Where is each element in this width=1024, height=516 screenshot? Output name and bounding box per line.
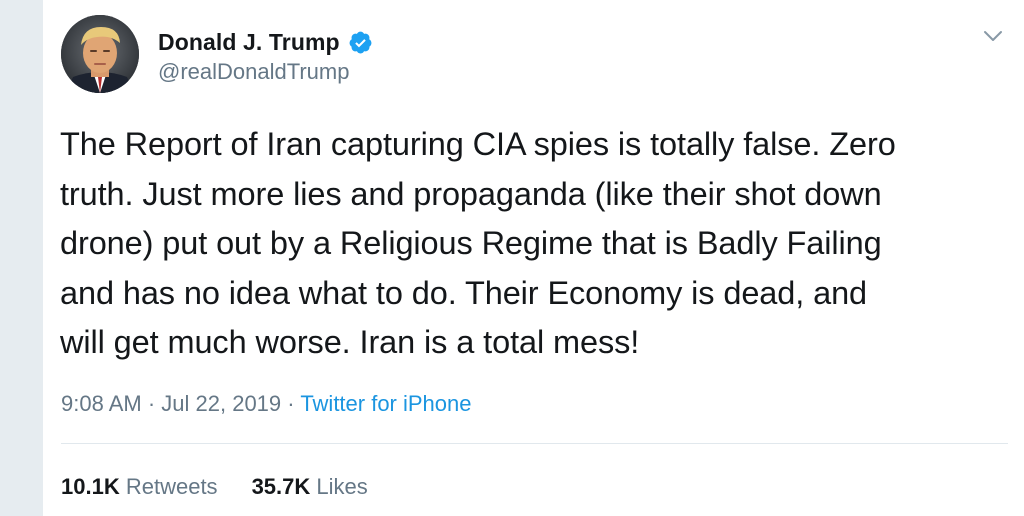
display-name-row[interactable]: Donald J. Trump: [158, 27, 373, 57]
avatar[interactable]: [61, 15, 139, 93]
tweet-card[interactable]: Donald J. Trump @realDonaldTrump The Rep…: [43, 0, 1024, 516]
divider: [61, 443, 1008, 444]
tweet-date[interactable]: Jul 22, 2019: [161, 391, 281, 416]
tweet-meta: 9:08 AM · Jul 22, 2019 · Twitter for iPh…: [61, 391, 472, 417]
tweet-stats: 10.1K Retweets 35.7K Likes: [61, 474, 402, 500]
avatar-image: [61, 15, 139, 93]
tweet-time[interactable]: 9:08 AM: [61, 391, 142, 416]
likes-label: Likes: [316, 474, 368, 499]
chevron-down-icon[interactable]: [982, 28, 1004, 44]
meta-separator: ·: [281, 391, 301, 416]
page: Donald J. Trump @realDonaldTrump The Rep…: [0, 0, 1024, 516]
left-gutter: [0, 0, 43, 516]
display-name[interactable]: Donald J. Trump: [158, 29, 340, 56]
likes-count: 35.7K: [251, 474, 311, 499]
retweets-stat[interactable]: 10.1K Retweets: [61, 474, 218, 500]
retweets-label: Retweets: [125, 474, 218, 499]
likes-stat[interactable]: 35.7K Likes: [252, 474, 368, 500]
retweets-count: 10.1K: [61, 474, 120, 499]
tweet-source-link[interactable]: Twitter for iPhone: [300, 391, 471, 416]
verified-badge-icon: [348, 30, 373, 55]
tweet-text: The Report of Iran capturing CIA spies i…: [60, 126, 896, 360]
handle[interactable]: @realDonaldTrump: [158, 59, 349, 85]
meta-separator: ·: [141, 391, 162, 416]
